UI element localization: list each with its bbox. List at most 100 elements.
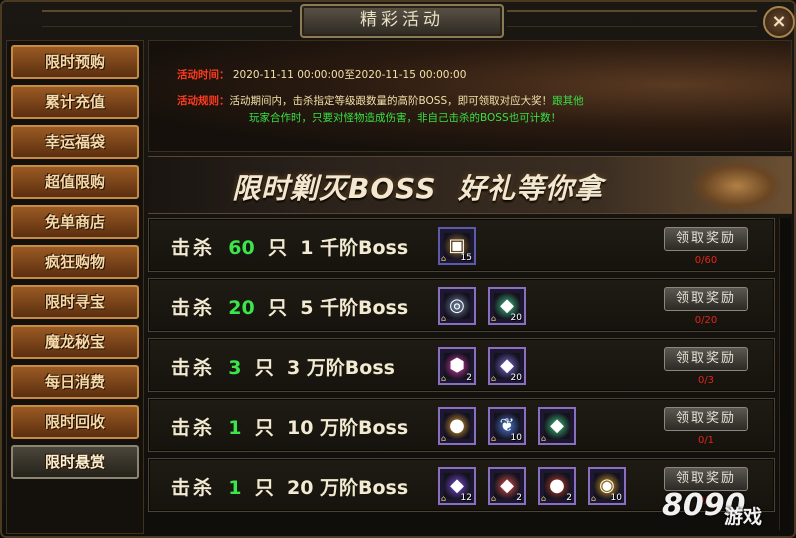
boss-tier: 1 千阶Boss	[300, 237, 409, 259]
boss-tier: 10 万阶Boss	[286, 417, 409, 439]
reward-item-count: 10	[610, 493, 622, 503]
activity-info-panel: 活动时间： 2020-11-11 00:00:00至2020-11-15 00:…	[148, 40, 792, 152]
reward-item-slot[interactable]: ◆ ⌂ 20	[488, 287, 526, 325]
activity-rule-text: 活动期间内，击杀指定等级跟数量的高阶BOSS，即可领取对应大奖！	[229, 95, 553, 107]
reward-item-slot[interactable]: ● ⌂ 2	[538, 467, 576, 505]
kill-progress: 0/3	[697, 375, 715, 386]
reward-item-slot[interactable]: ◆ ⌂ 20	[488, 347, 526, 385]
window-title-plate: 精彩活动	[300, 4, 504, 38]
kill-label: 击杀	[171, 417, 216, 439]
bound-lock-icon: ⌂	[491, 434, 497, 443]
kill-count: 60	[228, 237, 255, 259]
boss-tier: 5 千阶Boss	[300, 297, 409, 319]
kill-count: 20	[228, 297, 255, 319]
kill-count: 3	[228, 357, 242, 379]
bound-lock-icon: ⌂	[541, 434, 547, 443]
kill-count: 1	[228, 477, 242, 499]
reward-item-slot[interactable]: ◆ ⌂	[538, 407, 576, 445]
sidebar-item-1[interactable]: 累计充值	[11, 85, 139, 119]
close-button[interactable]: ×	[763, 6, 795, 38]
reward-item-count: 2	[466, 373, 472, 383]
boss-banner: 限时剿灭BOSS 好礼等你拿	[148, 156, 792, 214]
dragon-emblem-icon	[692, 161, 782, 211]
sidebar-item-3[interactable]: 超值限购	[11, 165, 139, 199]
sidebar-item-9[interactable]: 限时回收	[11, 405, 139, 439]
reward-item-slot[interactable]: ◆ ⌂ 2	[488, 467, 526, 505]
reward-condition: 击杀 3 只 3 万阶Boss	[171, 353, 395, 380]
kill-progress: 0/20	[694, 315, 718, 326]
sidebar-item-2[interactable]: 幸运福袋	[11, 125, 139, 159]
kill-unit: 只	[254, 417, 274, 439]
kill-progress: 0/1	[697, 435, 715, 446]
bound-lock-icon: ⌂	[591, 494, 597, 503]
reward-row: 击杀 1 只 10 万阶Boss ● ⌂ ❦ ⌂ 10 ◆ ⌂ 领取奖励 0/1	[148, 398, 775, 452]
sidebar-item-5[interactable]: 疯狂购物	[11, 245, 139, 279]
bound-lock-icon: ⌂	[491, 494, 497, 503]
kill-label: 击杀	[171, 357, 216, 379]
reward-condition: 击杀 1 只 10 万阶Boss	[171, 413, 408, 440]
bound-lock-icon: ⌂	[441, 374, 447, 383]
claim-reward-button[interactable]: 领取奖励	[664, 227, 748, 251]
title-ornament-left	[42, 10, 292, 27]
bound-lock-icon: ⌂	[491, 314, 497, 323]
activity-rule-green-1: 跟其他	[552, 95, 584, 107]
kill-unit: 只	[267, 297, 287, 319]
compass-disc-icon: ◎	[444, 293, 470, 319]
bound-lock-icon: ⌂	[441, 434, 447, 443]
reward-condition: 击杀 60 只 1 千阶Boss	[171, 233, 408, 260]
reward-item-slot[interactable]: ❦ ⌂ 10	[488, 407, 526, 445]
kill-label: 击杀	[171, 237, 216, 259]
sidebar-item-0[interactable]: 限时预购	[11, 45, 139, 79]
sidebar-item-10[interactable]: 限时悬赏	[11, 445, 139, 479]
sidebar-item-4[interactable]: 免单商店	[11, 205, 139, 239]
kill-unit: 只	[254, 477, 274, 499]
claim-reward-button[interactable]: 领取奖励	[664, 407, 748, 431]
reward-item-slot[interactable]: ⬢ ⌂ 2	[438, 347, 476, 385]
reward-item-count: 20	[510, 313, 522, 323]
reward-item-slot[interactable]: ● ⌂	[438, 407, 476, 445]
claim-reward-button[interactable]: 领取奖励	[664, 347, 748, 371]
emerald-crystal-icon: ◆	[544, 413, 570, 439]
reward-row: 击杀 3 只 3 万阶Boss ⬢ ⌂ 2 ◆ ⌂ 20 领取奖励 0/3	[148, 338, 775, 392]
boss-tier: 3 万阶Boss	[286, 357, 395, 379]
activity-time-value: 2020-11-11 00:00:00至2020-11-15 00:00:00	[232, 69, 467, 81]
banner-title: 限时剿灭BOSS 好礼等你拿	[232, 172, 603, 205]
bound-lock-icon: ⌂	[441, 314, 447, 323]
reward-row: 击杀 20 只 5 千阶Boss ◎ ⌂ ◆ ⌂ 20 领取奖励 0/20	[148, 278, 775, 332]
bound-lock-icon: ⌂	[441, 494, 447, 503]
kill-unit: 只	[267, 237, 287, 259]
watermark-text: 游戏	[724, 506, 763, 528]
activity-rule-label: 活动规则：	[177, 95, 230, 107]
activity-rule-line: 活动规则：活动期间内，击杀指定等级跟数量的高阶BOSS，即可领取对应大奖！跟其他	[177, 93, 777, 108]
window-title: 精彩活动	[360, 10, 444, 30]
reward-item-slot[interactable]: ▣ ⌂ 15	[438, 227, 476, 265]
reward-item-count: 10	[510, 433, 522, 443]
reward-item-slot[interactable]: ◎ ⌂	[438, 287, 476, 325]
activity-rule-line-2: 玩家合作时，只要对怪物造成伤害，非自己击杀的BOSS也可计数！	[249, 110, 561, 125]
reward-item-count: 12	[460, 493, 472, 503]
bound-lock-icon: ⌂	[541, 494, 547, 503]
bound-lock-icon: ⌂	[491, 374, 497, 383]
boss-tier: 20 万阶Boss	[286, 477, 409, 499]
sidebar-item-7[interactable]: 魔龙秘宝	[11, 325, 139, 359]
reward-item-count: 15	[460, 253, 472, 263]
reward-item-slot[interactable]: ◆ ⌂ 12	[438, 467, 476, 505]
reward-condition: 击杀 20 只 5 千阶Boss	[171, 293, 408, 320]
bound-lock-icon: ⌂	[441, 254, 447, 263]
kill-label: 击杀	[171, 477, 216, 499]
activity-rule-green-2: 玩家合作时，只要对怪物造成伤害，非自己击杀的BOSS也可计数！	[249, 112, 562, 124]
sidebar-item-8[interactable]: 每日消费	[11, 365, 139, 399]
sidebar-item-6[interactable]: 限时寻宝	[11, 285, 139, 319]
activity-sidebar: 限时预购累计充值幸运福袋超值限购免单商店疯狂购物限时寻宝魔龙秘宝每日消费限时回收…	[6, 40, 144, 534]
kill-unit: 只	[254, 357, 274, 379]
reward-item-count: 2	[516, 493, 522, 503]
claim-reward-button[interactable]: 领取奖励	[664, 287, 748, 311]
kill-progress: 0/60	[694, 255, 718, 266]
activity-window: 精彩活动 × 限时预购累计充值幸运福袋超值限购免单商店疯狂购物限时寻宝魔龙秘宝每…	[0, 0, 796, 538]
reward-item-slot[interactable]: ◉ ⌂ 10	[588, 467, 626, 505]
activity-time-line: 活动时间： 2020-11-11 00:00:00至2020-11-15 00:…	[177, 67, 466, 82]
site-watermark: 8090 游戏	[662, 484, 796, 536]
reward-item-count: 20	[510, 373, 522, 383]
rainbow-orb-icon: ●	[444, 413, 470, 439]
kill-label: 击杀	[171, 297, 216, 319]
